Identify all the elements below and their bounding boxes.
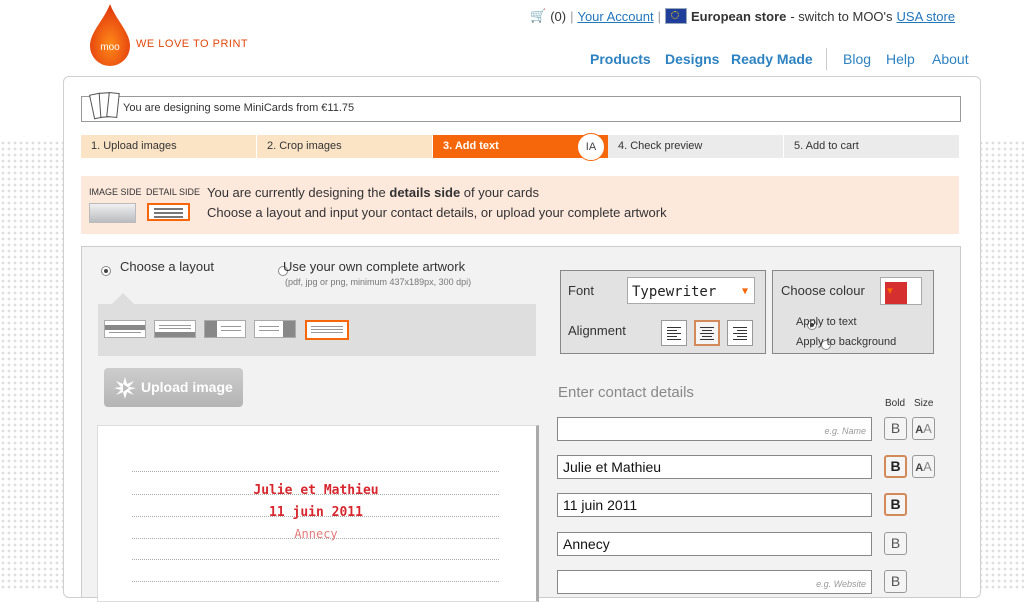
name-placeholder: e.g. Name xyxy=(824,426,866,436)
line-2-field[interactable]: Julie et Mathieu xyxy=(557,455,872,479)
upload-image-label: Upload image xyxy=(141,379,233,395)
align-left-button[interactable] xyxy=(661,320,687,346)
own-artwork-label[interactable]: Use your own complete artwork xyxy=(283,259,465,274)
your-account-link[interactable]: Your Account xyxy=(577,9,653,24)
cart-count[interactable]: (0) xyxy=(550,9,566,24)
upload-star-icon xyxy=(114,377,136,399)
line-3-field[interactable]: 11 juin 2011 xyxy=(557,493,872,517)
size-toggle-1[interactable]: AA xyxy=(912,417,935,440)
separator: | xyxy=(570,8,574,24)
nav-divider xyxy=(826,48,827,70)
name-field[interactable]: e.g. Name xyxy=(557,417,872,441)
choose-layout-radio[interactable] xyxy=(101,266,111,276)
detail-side-thumbnail[interactable] xyxy=(147,203,190,221)
apply-to-background-label[interactable]: Apply to background xyxy=(796,336,896,348)
font-select[interactable]: Typewriter ▼ xyxy=(627,277,755,304)
guide-line xyxy=(132,559,499,560)
chevron-down-icon: ▼ xyxy=(885,286,907,304)
colour-swatch-select[interactable]: ▼ xyxy=(880,277,922,305)
website-field[interactable]: e.g. Website xyxy=(557,570,872,594)
store-switch-text: - switch to MOO's xyxy=(790,8,893,24)
bold-header: Bold xyxy=(885,398,906,409)
layout-option-3[interactable] xyxy=(204,320,246,338)
bold-toggle-1[interactable]: B xyxy=(884,417,907,440)
layout-option-5[interactable] xyxy=(305,320,349,340)
detail-side-label: DETAIL SIDE xyxy=(146,187,201,197)
size-toggle-2[interactable]: AA xyxy=(912,455,935,478)
guide-line xyxy=(132,581,499,582)
preview-line-3[interactable]: Annecy xyxy=(97,527,535,541)
size-header: Size xyxy=(914,398,934,409)
guide-line xyxy=(132,471,499,472)
text-cursor-icon: IA xyxy=(577,133,605,161)
preview-line-2[interactable]: 11 juin 2011 xyxy=(97,505,535,520)
step-check-preview[interactable]: 4. Check preview xyxy=(608,135,783,158)
apply-to-text-label[interactable]: Apply to text xyxy=(796,316,857,328)
choose-colour-label: Choose colour xyxy=(781,283,865,298)
banner-text: You are designing some MiniCards from €1… xyxy=(123,102,355,114)
nav-products[interactable]: Products xyxy=(590,51,651,67)
bold-toggle-5[interactable]: B xyxy=(884,570,907,593)
alignment-label: Alignment xyxy=(568,323,626,338)
upload-image-button[interactable]: Upload image xyxy=(104,368,243,407)
layout-option-1[interactable] xyxy=(104,320,146,338)
background-dots-left xyxy=(0,140,70,589)
font-label: Font xyxy=(568,283,595,298)
nav-help[interactable]: Help xyxy=(886,51,915,67)
store-label: European store xyxy=(691,8,787,24)
layout-option-4[interactable] xyxy=(254,320,296,338)
step-upload-images[interactable]: 1. Upload images xyxy=(81,135,256,158)
align-right-button[interactable] xyxy=(727,320,753,346)
eu-flag-icon xyxy=(665,8,687,24)
cart-icon[interactable]: 🛒 xyxy=(530,8,546,24)
chevron-down-icon: ▼ xyxy=(741,286,748,297)
step-crop-images[interactable]: 2. Crop images xyxy=(257,135,432,158)
nav-designs[interactable]: Designs xyxy=(665,51,719,67)
moo-logo[interactable]: moo xyxy=(88,2,132,66)
nav-ready-made[interactable]: Ready Made xyxy=(731,51,813,67)
preview-line-1[interactable]: Julie et Mathieu xyxy=(97,483,535,498)
choose-layout-label[interactable]: Choose a layout xyxy=(120,259,214,274)
contact-details-title: Enter contact details xyxy=(558,384,694,401)
own-artwork-note: (pdf, jpg or png, minimum 437x189px, 300… xyxy=(285,277,472,287)
image-side-thumbnail[interactable] xyxy=(89,203,136,223)
info-line-2: Choose a layout and input your contact d… xyxy=(207,205,667,220)
bold-toggle-4[interactable]: B xyxy=(884,532,907,555)
image-side-label: IMAGE SIDE xyxy=(89,187,142,197)
nav-about[interactable]: About xyxy=(932,51,969,67)
top-bar: 🛒 (0) | Your Account | European store - … xyxy=(530,8,955,24)
bold-toggle-3[interactable]: B xyxy=(884,493,907,516)
layout-pointer xyxy=(112,293,134,304)
step-add-to-cart[interactable]: 5. Add to cart xyxy=(784,135,959,158)
align-center-button[interactable] xyxy=(694,320,720,346)
usa-store-link[interactable]: USA store xyxy=(897,9,956,24)
minicards-icon xyxy=(89,91,120,120)
nav-blog[interactable]: Blog xyxy=(843,51,871,67)
line-4-field[interactable]: Annecy xyxy=(557,532,872,556)
website-placeholder: e.g. Website xyxy=(816,579,866,589)
info-line-1: You are currently designing the details … xyxy=(207,185,539,200)
bold-toggle-2[interactable]: B xyxy=(884,455,907,478)
layout-option-2[interactable] xyxy=(154,320,196,338)
tagline: WE LOVE TO PRINT xyxy=(136,38,249,50)
svg-text:moo: moo xyxy=(100,42,120,53)
separator: | xyxy=(657,8,661,24)
